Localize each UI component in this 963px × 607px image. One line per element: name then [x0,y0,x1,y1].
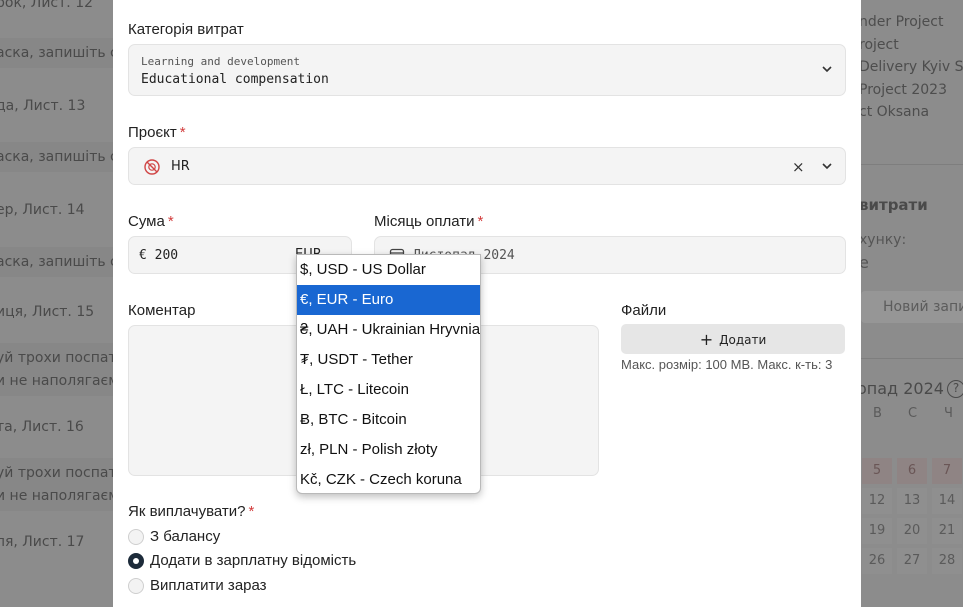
list-item: ер, Лист. 14 [0,202,85,218]
currency-option[interactable]: ₮, USDT - Tether [297,345,480,375]
category-value: Educational compensation [141,72,329,87]
radio-button[interactable] [128,553,144,569]
list-item: та, Лист. 16 [0,419,84,435]
background-sidebar: nder Project roject Delivery Kyiv SE Pro… [861,0,963,607]
list-item: ля, Лист. 17 [0,534,85,550]
currency-option[interactable]: €, EUR - Euro [297,285,480,315]
comment-label: Коментар [128,302,196,319]
weekday-label: С [908,406,918,421]
calendar-day: 28 [932,548,962,574]
category-label: Категорія витрат [128,21,244,38]
weekday-label: В [873,406,882,421]
list-item: и не наполягаєм [0,481,113,511]
account-label: хунку: [861,232,907,248]
chevron-down-icon[interactable] [822,163,832,173]
project-link: ct Oksana [861,104,930,120]
project-label: Проєкт * [128,124,186,141]
list-item: аска, запишіть с [0,142,113,172]
files-label: Файли [621,302,667,319]
currency-option[interactable]: ₴, UAH - Ukrainian Hryvnia [297,315,480,345]
new-expense-button: Новий запи [861,291,963,323]
list-item: иця, Лист. 15 [0,304,95,320]
payout-label: Як виплачувати? * [128,503,255,520]
currency-option[interactable]: $, USD - US Dollar [297,255,480,285]
list-item: рок, Лист. 12 [0,0,94,11]
radio-label: З балансу [150,528,221,545]
radio-label: Виплатити зараз [150,577,267,594]
account-value: е [861,253,869,272]
calendar-day: 12 [862,488,892,514]
files-hint: Макс. розмір: 100 MB. Макс. к-ть: 3 [621,357,833,372]
project-link: roject [861,37,899,53]
project-link: nder Project [861,14,944,30]
project-link: Project 2023 [861,82,947,98]
divider [861,358,963,359]
category-select[interactable]: Learning and development Educational com… [128,44,846,96]
radio-button[interactable] [128,578,144,594]
category-group: Learning and development [141,55,300,68]
project-value: HR [171,159,190,174]
list-item: аска, запишіть с [0,247,113,277]
currency-dropdown[interactable]: $, USD - US Dollar €, EUR - Euro ₴, UAH … [296,254,481,494]
calendar-day: 20 [897,518,927,544]
no-currency-icon [143,158,161,176]
calendar-title: опад 2024 [861,379,944,398]
expense-modal: Категорія витрат Learning and developmen… [113,0,861,607]
list-item: и не наполягаєм [0,366,113,396]
plus-icon: + [699,330,714,349]
calendar-day: 14 [932,488,962,514]
calendar-day: 5 [862,458,892,484]
project-select[interactable]: HR × [128,147,846,185]
background-list: рок, Лист. 12 аска, запишіть с да, Лист.… [0,0,113,607]
radio-label: Додати в зарплатну відомість [150,552,357,569]
calendar-day: 19 [862,518,892,544]
radio-button[interactable] [128,529,144,545]
weekday-label: Ч [944,406,953,421]
currency-option[interactable]: zł, PLN - Polish złoty [297,435,480,465]
calendar-day: 13 [897,488,927,514]
divider [861,164,963,165]
amount-input[interactable]: € 200 [139,248,178,263]
currency-option[interactable]: Ƀ, BTC - Bitcoin [297,405,480,435]
help-icon: ? [947,380,963,398]
calendar-day: 26 [862,548,892,574]
currency-option[interactable]: Ł, LTC - Litecoin [297,375,480,405]
list-item: да, Лист. 13 [0,98,86,114]
chevron-down-icon[interactable] [822,66,832,76]
payment-month-label: Місяць оплати * [374,213,484,230]
calendar-day: 27 [897,548,927,574]
calendar-day: 7 [932,458,962,484]
add-file-button[interactable]: + Додати [621,324,845,354]
calendar-day: 6 [897,458,927,484]
calendar-day: 21 [932,518,962,544]
clear-icon[interactable]: × [792,158,805,176]
amount-label: Сума * [128,213,174,230]
project-link: Delivery Kyiv SE [861,59,963,75]
currency-option[interactable]: Kč, CZK - Czech koruna [297,465,480,493]
list-item: аска, запишіть с [0,38,113,68]
expenses-title: витрати [861,196,928,214]
